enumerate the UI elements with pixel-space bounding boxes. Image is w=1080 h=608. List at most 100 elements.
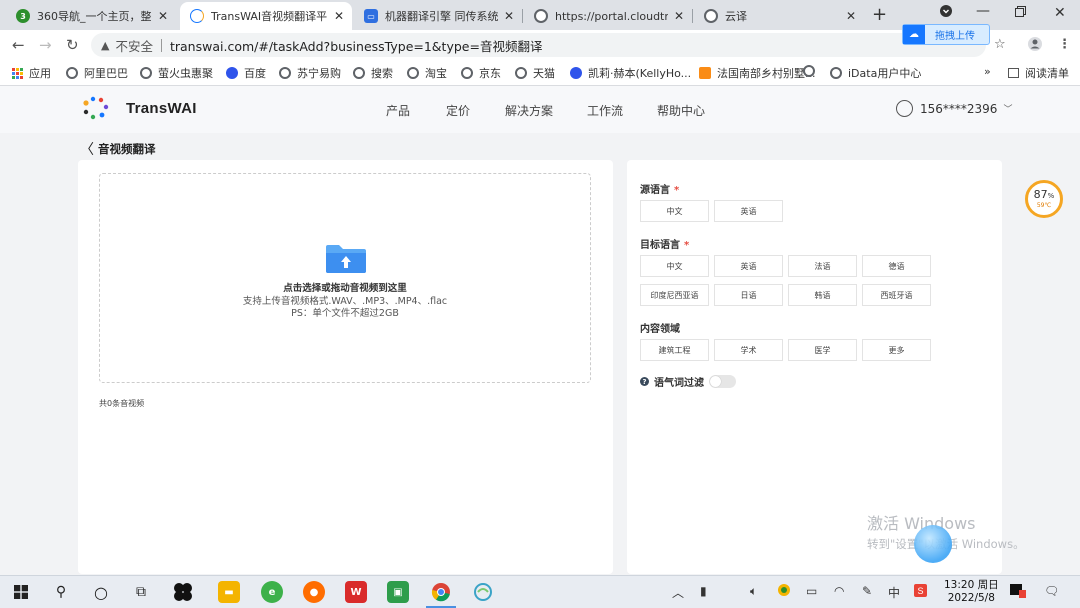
tab-search-icon[interactable] (940, 5, 952, 21)
close-icon[interactable]: ✕ (158, 9, 168, 23)
minimize-icon[interactable]: — (976, 3, 990, 19)
bookmark-baidu[interactable]: 百度 (226, 65, 266, 81)
kebab-menu-icon[interactable]: ⋮ (1058, 37, 1071, 52)
back-link[interactable]: 〈 音视频翻译 (80, 139, 156, 159)
volume-icon[interactable]: 🔈︎ (750, 584, 757, 599)
question-icon[interactable]: ? (640, 377, 649, 386)
domain-more[interactable]: 更多 (862, 339, 931, 361)
new-tab-button[interactable]: + (872, 4, 887, 25)
back-arrow-icon[interactable]: ← (12, 36, 25, 54)
battery-icon[interactable]: ▭ (806, 584, 817, 598)
reading-list[interactable]: 阅读清单 (1008, 65, 1069, 81)
chevron-down-icon: ﹀ (1003, 105, 1013, 115)
domain-construction[interactable]: 建筑工程 (640, 339, 709, 361)
close-icon[interactable]: ✕ (504, 9, 514, 23)
domain-academic[interactable]: 学术 (714, 339, 783, 361)
bookmark-kelly[interactable]: 凯莉·赫本(KellyHo... (570, 65, 691, 81)
house-icon (699, 67, 711, 79)
file-explorer-icon[interactable]: ▬ (218, 581, 240, 603)
forward-arrow-icon[interactable]: → (39, 36, 52, 54)
page-title: 音视频翻译 (98, 142, 156, 156)
bookmark-yinghuochong[interactable]: 萤火虫惠聚 (140, 65, 213, 81)
notification-badge-icon[interactable] (1010, 584, 1026, 601)
domain-medical[interactable]: 医学 (788, 339, 857, 361)
bookmark-suning[interactable]: 苏宁易购 (279, 65, 341, 81)
windows-start-icon[interactable] (10, 581, 32, 603)
floating-ball[interactable] (914, 525, 952, 563)
content-domain-title: 内容领域 (640, 324, 680, 335)
search-icon[interactable]: ⚲ (50, 581, 72, 603)
tray-expand-icon[interactable]: ︿ (672, 584, 684, 601)
security-label[interactable]: 不安全 (115, 36, 153, 55)
wps-icon[interactable]: W (345, 581, 367, 603)
user-menu[interactable]: 156****2396 ﹀ (896, 100, 1012, 117)
bookmark-tmall[interactable]: 天猫 (515, 65, 555, 81)
target-lang-spanish[interactable]: 西班牙语 (862, 284, 931, 306)
cortana-icon[interactable]: ○ (90, 581, 112, 603)
360-browser-icon[interactable]: e (261, 581, 283, 603)
upload-dropzone[interactable]: 点击选择或拖动音视频到这里 支持上传音视频格式.WAV、.MP3、.MP4、.f… (99, 173, 591, 383)
app-swirl-icon[interactable] (472, 581, 494, 603)
omnibox[interactable]: ▲ 不安全 transwai.com/#/taskAdd?businessTyp… (91, 33, 986, 57)
source-lang-english[interactable]: 英语 (714, 200, 783, 222)
target-lang-german[interactable]: 德语 (862, 255, 931, 277)
target-lang-english[interactable]: 英语 (714, 255, 783, 277)
bookmark-unnamed[interactable] (803, 65, 821, 77)
nav-pricing[interactable]: 定价 (446, 102, 470, 119)
close-icon[interactable]: ✕ (334, 9, 344, 23)
drag-upload-badge[interactable]: ☁ 拖拽上传 (902, 24, 990, 45)
restore-icon[interactable] (1015, 5, 1026, 21)
nav-product[interactable]: 产品 (386, 102, 410, 119)
globe-icon (279, 67, 291, 79)
bookmark-taobao[interactable]: 淘宝 (407, 65, 447, 81)
nav-workflow[interactable]: 工作流 (587, 102, 623, 119)
ime-icon[interactable]: 中 (888, 584, 900, 601)
bookmark-search[interactable]: 搜索 (353, 65, 393, 81)
site-logo[interactable]: TransWAI (80, 96, 197, 120)
360-tray-icon[interactable] (778, 584, 790, 599)
reading-list-icon (1008, 68, 1019, 78)
tab-mt-engine[interactable]: ▭ 机器翻译引擎 同传系统 ✕ (354, 2, 522, 30)
target-language-title: 目标语言 * (640, 240, 690, 251)
tab-transwai[interactable]: TransWAI音视频翻译平台 ✕ (180, 2, 352, 30)
bookmark-apps[interactable]: 应用 (12, 65, 51, 81)
globe-icon (140, 67, 152, 79)
window-close-icon[interactable]: ✕ (1054, 5, 1066, 21)
nav-solutions[interactable]: 解决方案 (505, 102, 553, 119)
bookmarks-more[interactable]: » (984, 65, 991, 78)
target-lang-french[interactable]: 法语 (788, 255, 857, 277)
pen-icon[interactable]: ✎ (862, 584, 872, 598)
system-clock[interactable]: 13:20 周日 2022/5/8 (944, 579, 999, 605)
chrome-icon[interactable] (430, 581, 452, 603)
target-lang-indonesian[interactable]: 印度尼西亚语 (640, 284, 709, 306)
bookmark-alibaba[interactable]: 阿里巴巴 (66, 65, 128, 81)
close-icon[interactable]: ✕ (674, 9, 684, 23)
tab-yunyi[interactable]: 云译 ✕ (694, 2, 864, 30)
firefox-icon[interactable]: ● (303, 581, 325, 603)
action-center-icon[interactable]: 🗨︎ (1044, 584, 1059, 598)
wifi-icon[interactable]: ◠ (834, 584, 844, 598)
bookmark-star-icon[interactable]: ☆ (994, 37, 1006, 52)
tab-360[interactable]: 3 360导航_一个主页，整个世界 ✕ (6, 2, 176, 30)
source-lang-chinese[interactable]: 中文 (640, 200, 709, 222)
bookmark-villa[interactable]: 法国南部乡村别墅... (699, 65, 816, 81)
usb-icon[interactable]: ▮ (700, 584, 707, 598)
target-lang-chinese[interactable]: 中文 (640, 255, 709, 277)
target-lang-korean[interactable]: 韩语 (788, 284, 857, 306)
filter-toggle[interactable] (709, 375, 736, 388)
url-text[interactable]: transwai.com/#/taskAdd?businessType=1&ty… (170, 36, 542, 55)
profile-icon[interactable] (1028, 37, 1042, 55)
app-s-icon[interactable] (172, 581, 194, 603)
globe-icon (704, 9, 718, 23)
nav-help-center[interactable]: 帮助中心 (657, 102, 705, 119)
sogou-icon[interactable]: S (914, 584, 927, 600)
target-lang-japanese[interactable]: 日语 (714, 284, 783, 306)
bookmark-jd[interactable]: 京东 (461, 65, 501, 81)
reload-icon[interactable]: ↻ (66, 36, 79, 54)
wechat-work-icon[interactable]: ▣ (387, 581, 409, 603)
memory-gauge-widget[interactable]: 87% 59℃ (1025, 180, 1063, 218)
bookmark-idata[interactable]: iData用户中心 (830, 65, 921, 81)
close-icon[interactable]: ✕ (846, 9, 856, 23)
task-view-icon[interactable]: ⧉ (130, 581, 152, 603)
tab-cloudtranslation[interactable]: https://portal.cloudtranslation.com ✕ (524, 2, 692, 30)
